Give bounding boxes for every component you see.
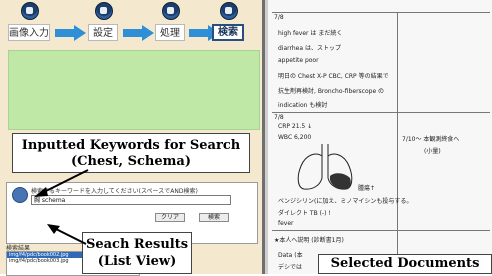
results-callout-line2: (List View) [97,254,177,269]
step-arrow-icon [123,25,155,41]
results-callout-line1: Seach Results [85,237,189,252]
image-input-button[interactable]: 画像入力 [8,24,50,41]
search-button[interactable]: 検索 [199,213,229,222]
results-callout: Seach Results (List View) [82,232,192,274]
doc-line: indication も検討 [278,102,328,109]
workflow-toolbar: 画像入力 設定 処理 検索 [0,0,262,48]
doc-line: ベンジシリン(に加え、ミノマイシンも投与する。 [278,198,413,205]
doc-side-note: 7/10～ 本観測終食へ [402,136,460,143]
search-step-button[interactable]: 検索 [212,24,244,41]
results-pointer-icon [47,224,87,245]
doc-line: high fever は まだ続く [278,30,343,37]
keywords-pointer-icon [34,169,89,197]
doc-rule [272,12,490,13]
doc-line: diarrhea は、ストップ [278,45,341,52]
settings-button[interactable]: 設定 [88,24,118,41]
doc-line: appetite poor [278,57,319,64]
doc-line: 明日の Chest X-P CBC, CRP 等の結果で [278,73,389,80]
step-search[interactable]: 検索 [212,0,244,44]
keywords-callout-line1: Inputted Keywords for Search [21,138,241,153]
doc-section: ★本人へ説明 (診断書1月) [274,237,344,244]
doc-line: fever [278,220,294,227]
search-dialog-icon [12,187,28,203]
doc-side-note: (小量) [424,148,441,155]
documents-callout: Selected Documents [318,254,492,274]
lung-label: 腫瘍↑ [358,185,376,192]
keywords-callout: Inputted Keywords for Search (Chest, Sch… [12,133,250,173]
preview-area [8,50,260,130]
image-input-icon [21,2,39,20]
doc-line: 抗生剤再検討, Broncho-fiberscope の [278,88,385,95]
step-process[interactable]: 処理 [155,0,185,44]
lung-schema-icon [297,144,353,190]
step-arrow-icon [55,25,87,41]
clear-button[interactable]: クリア [155,213,185,222]
doc-line: Data (本 [278,252,303,259]
doc-line: デシでは [278,264,303,271]
step-image-input[interactable]: 画像入力 [8,0,50,44]
doc-line: CRP 21.5 ↓ [278,123,313,130]
doc-column-rule [397,12,398,274]
doc-line: WBC 6,200 [278,134,312,141]
doc-rule [272,230,490,231]
process-icon [162,2,180,20]
step-settings[interactable]: 設定 [88,0,118,44]
search-step-icon [220,2,238,20]
doc-date: 7/8 [274,114,284,121]
doc-line: ダイレクト TB (-) ! [278,210,331,217]
doc-date: 7/8 [274,14,284,21]
doc-rule [272,112,490,113]
settings-icon [95,2,113,20]
process-button[interactable]: 処理 [155,24,185,41]
